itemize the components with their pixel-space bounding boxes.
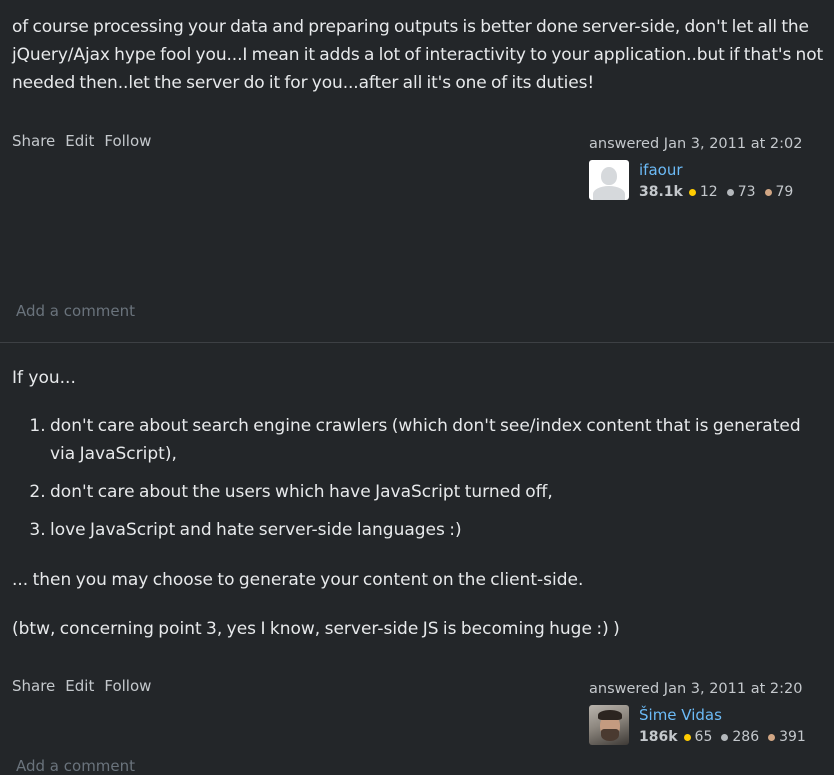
default-avatar-icon[interactable] bbox=[589, 160, 629, 200]
user-name-link[interactable]: Šime Vidas bbox=[639, 705, 722, 725]
answered-time[interactable]: answered Jan 3, 2011 at 2:20 bbox=[589, 681, 829, 701]
answer-list: don't care about search engine crawlers … bbox=[12, 412, 824, 554]
silver-badges: 73 bbox=[726, 182, 756, 202]
reputation-score: 38.1k bbox=[639, 184, 683, 200]
silver-badge-count: 73 bbox=[737, 184, 756, 200]
user-name-link[interactable]: ifaour bbox=[639, 160, 683, 180]
user-photo-avatar[interactable] bbox=[589, 705, 629, 745]
share-link[interactable]: Share bbox=[12, 132, 55, 150]
answer-body: of course processing your data and prepa… bbox=[12, 13, 824, 97]
silver-badge-count: 286 bbox=[732, 729, 760, 745]
answer-2: If you... don't care about search engine… bbox=[0, 342, 834, 775]
answer-text: of course processing your data and prepa… bbox=[12, 17, 824, 93]
bronze-badge-icon bbox=[764, 188, 772, 196]
silver-badges: 286 bbox=[721, 727, 759, 747]
list-item: love JavaScript and hate server-side lan… bbox=[50, 516, 824, 544]
add-comment-link[interactable]: Add a comment bbox=[16, 302, 135, 320]
follow-link[interactable]: Follow bbox=[104, 677, 151, 695]
post-menu: Share Edit Follow bbox=[12, 677, 151, 695]
answer-1: of course processing your data and prepa… bbox=[0, 0, 834, 342]
bronze-badge-count: 79 bbox=[775, 184, 794, 200]
list-item: don't care about search engine crawlers … bbox=[50, 412, 824, 468]
reputation-score: 186k bbox=[639, 729, 678, 745]
gold-badge-count: 65 bbox=[694, 729, 713, 745]
answer-paragraph: ... then you may choose to generate your… bbox=[12, 570, 584, 590]
edit-link[interactable]: Edit bbox=[65, 132, 94, 150]
post-menu: Share Edit Follow bbox=[12, 132, 151, 150]
edit-link[interactable]: Edit bbox=[65, 677, 94, 695]
answered-time[interactable]: answered Jan 3, 2011 at 2:02 bbox=[589, 136, 829, 156]
share-link[interactable]: Share bbox=[12, 677, 55, 695]
silver-badge-icon bbox=[721, 733, 729, 741]
add-comment-link[interactable]: Add a comment bbox=[16, 757, 135, 775]
gold-badges: 12 bbox=[688, 182, 718, 202]
follow-link[interactable]: Follow bbox=[104, 132, 151, 150]
gold-badge-icon bbox=[688, 188, 696, 196]
bronze-badge-icon bbox=[768, 733, 776, 741]
silver-badge-icon bbox=[726, 188, 734, 196]
user-card: answered Jan 3, 2011 at 2:20 Šime Vidas … bbox=[589, 681, 829, 745]
gold-badges: 65 bbox=[683, 727, 713, 747]
list-item: don't care about the users which have Ja… bbox=[50, 478, 824, 506]
user-card: answered Jan 3, 2011 at 2:02 ifaour 38.1… bbox=[589, 136, 829, 200]
user-flair: 38.1k 12 73 79 bbox=[639, 182, 802, 202]
answer-intro: If you... bbox=[12, 368, 76, 388]
bronze-badges: 79 bbox=[764, 182, 794, 202]
gold-badge-icon bbox=[683, 733, 691, 741]
user-flair: 186k 65 286 391 bbox=[639, 727, 815, 747]
bronze-badge-count: 391 bbox=[779, 729, 806, 745]
gold-badge-count: 12 bbox=[699, 184, 718, 200]
bronze-badges: 391 bbox=[768, 727, 806, 747]
answer-paragraph: (btw, concerning point 3, yes I know, se… bbox=[12, 619, 620, 639]
